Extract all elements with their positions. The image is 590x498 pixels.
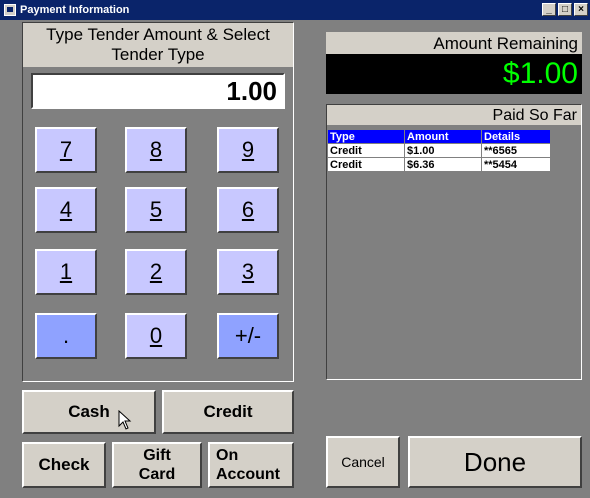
payment-details: **6565 — [481, 143, 551, 158]
payment-type: Credit — [327, 157, 405, 172]
key-4[interactable]: 4 — [35, 187, 97, 233]
key-decimal[interactable]: . — [35, 313, 97, 359]
cancel-label: Cancel — [341, 454, 385, 470]
cash-label: Cash — [68, 402, 110, 421]
window-controls: _ □ × — [542, 3, 588, 16]
app-icon — [4, 4, 16, 16]
on-account-label-1: On — [216, 447, 239, 464]
key-0[interactable]: 0 — [125, 313, 187, 359]
gift-card-button[interactable]: Gift Card — [112, 442, 202, 488]
tender-entry-panel: Type Tender Amount & Select Tender Type … — [22, 22, 294, 382]
key-9[interactable]: 9 — [217, 127, 279, 173]
prompt-line-2: Tender Type — [111, 45, 205, 64]
key-3[interactable]: 3 — [217, 249, 279, 295]
gift-card-label-1: Gift — [143, 447, 171, 464]
key-5[interactable]: 5 — [125, 187, 187, 233]
gift-card-label-2: Card — [138, 466, 176, 483]
prompt-line-1: Type Tender Amount & Select — [46, 25, 270, 44]
cancel-button[interactable]: Cancel — [326, 436, 400, 488]
amount-remaining-value: $1.00 — [326, 54, 582, 94]
mouse-pointer-icon — [118, 410, 132, 430]
column-header-type: Type — [327, 129, 405, 144]
payment-amount: $1.00 — [404, 143, 482, 158]
key-2[interactable]: 2 — [125, 249, 187, 295]
table-row[interactable]: Credit $6.36 **5454 — [327, 157, 551, 172]
credit-label: Credit — [203, 402, 253, 421]
cash-button[interactable]: Cash — [22, 390, 156, 434]
key-1[interactable]: 1 — [35, 249, 97, 295]
payment-amount: $6.36 — [404, 157, 482, 172]
amount-remaining-label: Amount Remaining — [326, 32, 582, 54]
window-title: Payment Information — [20, 4, 130, 16]
column-header-amount: Amount — [404, 129, 482, 144]
maximize-icon[interactable]: □ — [558, 3, 572, 16]
paid-so-far-label: Paid So Far — [327, 105, 581, 125]
title-bar[interactable]: Payment Information _ □ × — [0, 0, 590, 20]
done-label: Done — [463, 447, 527, 477]
tender-amount-field[interactable]: 1.00 — [31, 73, 285, 109]
key-7[interactable]: 7 — [35, 127, 97, 173]
check-button[interactable]: Check — [22, 442, 106, 488]
table-header-row: Type Amount Details — [327, 129, 551, 144]
column-header-details: Details — [481, 129, 551, 144]
key-6[interactable]: 6 — [217, 187, 279, 233]
payment-details: **5454 — [481, 157, 551, 172]
key-plus-minus[interactable]: +/- — [217, 313, 279, 359]
tender-prompt: Type Tender Amount & Select Tender Type — [23, 23, 293, 67]
paid-so-far-table: Type Amount Details Credit $1.00 **6565 … — [327, 129, 551, 172]
check-label: Check — [38, 455, 90, 474]
on-account-label-2: Account — [216, 466, 280, 483]
close-icon[interactable]: × — [574, 3, 588, 16]
done-button[interactable]: Done — [408, 436, 582, 488]
payment-type: Credit — [327, 143, 405, 158]
table-row[interactable]: Credit $1.00 **6565 — [327, 143, 551, 158]
minimize-icon[interactable]: _ — [542, 3, 556, 16]
on-account-button[interactable]: On Account — [208, 442, 294, 488]
key-8[interactable]: 8 — [125, 127, 187, 173]
credit-button[interactable]: Credit — [162, 390, 294, 434]
paid-so-far-panel: Paid So Far Type Amount Details Credit $… — [326, 104, 582, 380]
